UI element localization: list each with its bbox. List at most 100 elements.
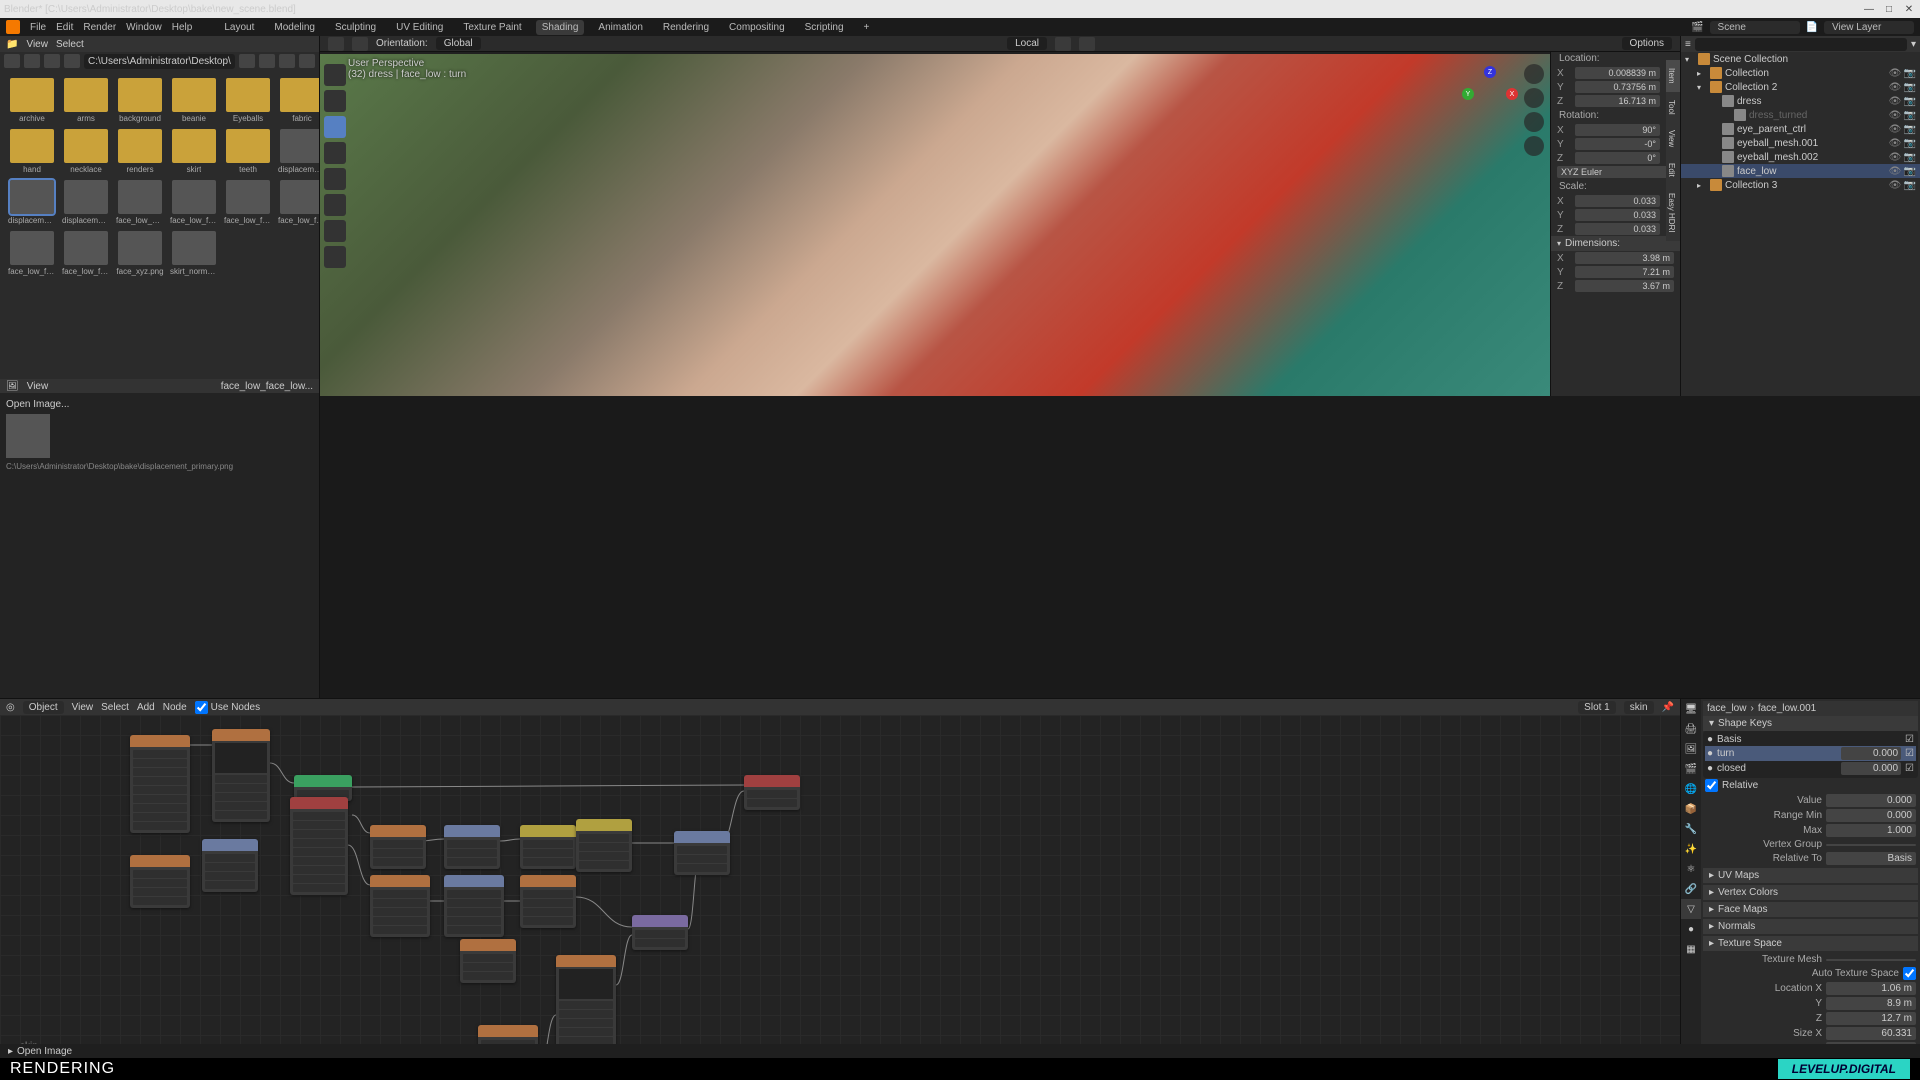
prop-tab-output-icon[interactable]: 🖨 (1681, 719, 1701, 739)
loc-y[interactable]: 0.73756 m (1575, 81, 1660, 93)
image-item[interactable]: face_low_def... (116, 180, 164, 225)
pan-icon[interactable] (1524, 88, 1544, 108)
folder-item[interactable]: skirt (170, 129, 218, 174)
options-dropdown[interactable]: Options (1622, 37, 1672, 50)
render-icon[interactable]: 📷 (1904, 151, 1916, 163)
menu-window[interactable]: Window (126, 22, 162, 33)
folder-item[interactable]: archive (8, 78, 56, 123)
snap-icon[interactable] (1055, 37, 1071, 51)
pin-icon[interactable]: 📌 (1662, 702, 1674, 713)
select-tool-icon[interactable] (328, 37, 344, 51)
tool-transform-icon[interactable] (324, 194, 346, 216)
ie-image-selector[interactable]: face_low_face_low... (221, 381, 313, 392)
render-icon[interactable]: 📷 (1904, 67, 1916, 79)
shader-type[interactable]: Object (23, 701, 64, 714)
outliner-row[interactable]: dress_turned👁📷 (1681, 108, 1920, 122)
loc-x[interactable]: 0.008839 m (1575, 67, 1660, 79)
render-icon[interactable]: 📷 (1904, 123, 1916, 135)
close-button[interactable]: ✕ (1902, 2, 1916, 16)
tool-rotate-icon[interactable] (324, 142, 346, 164)
image-item[interactable]: face_low_fac... (170, 180, 218, 225)
settings-icon[interactable] (299, 54, 315, 68)
sk-value[interactable]: 0.000 (1826, 794, 1916, 807)
image-item[interactable]: face_xyz.png (116, 231, 164, 276)
shader-node[interactable] (444, 875, 504, 937)
use-nodes-check[interactable] (195, 701, 208, 714)
fb-menu-view[interactable]: View (26, 39, 48, 50)
image-item[interactable]: face_low_fac... (8, 231, 56, 276)
outliner-row[interactable]: ▸Collection 3👁📷 (1681, 178, 1920, 192)
folder-item[interactable]: beanie (170, 78, 218, 123)
section-header[interactable]: ▸UV Maps (1703, 868, 1918, 883)
shader-node[interactable] (520, 825, 576, 869)
prop-tab-texture-icon[interactable]: ▦ (1681, 939, 1701, 959)
rot-mode[interactable]: XYZ Euler (1557, 166, 1674, 178)
prop-tab-particle-icon[interactable]: ✨ (1681, 839, 1701, 859)
sk-max[interactable]: 1.000 (1826, 824, 1916, 837)
sk-relto[interactable]: Basis (1826, 852, 1916, 865)
sk-min[interactable]: 0.000 (1826, 809, 1916, 822)
shader-node[interactable] (576, 819, 632, 872)
relative-check[interactable] (1705, 779, 1718, 792)
tool-select-icon[interactable] (324, 64, 346, 86)
outliner-row[interactable]: eyeball_mesh.001👁📷 (1681, 136, 1920, 150)
shape-key-row[interactable]: ●Basis☑ (1705, 733, 1916, 746)
outliner-row[interactable]: eyeball_mesh.002👁📷 (1681, 150, 1920, 164)
tool-annotate-icon[interactable] (324, 220, 346, 242)
shape-key-row[interactable]: ●closed0.000☑ (1705, 761, 1916, 776)
shader-node[interactable] (370, 875, 430, 937)
path-input[interactable] (84, 54, 235, 69)
camera-icon[interactable] (1524, 112, 1544, 132)
folder-item[interactable]: teeth (224, 129, 272, 174)
dim-y[interactable]: 7.21 m (1575, 266, 1674, 278)
eye-icon[interactable]: 👁 (1889, 179, 1901, 191)
prop-tab-viewlayer-icon[interactable]: 🖼 (1681, 739, 1701, 759)
section-header[interactable]: ▸Normals (1703, 919, 1918, 934)
tab-shading[interactable]: Shading (536, 20, 585, 35)
image-item[interactable]: face_low_fac... (278, 180, 319, 225)
rot-y[interactable]: -0° (1575, 138, 1660, 150)
viewlayer-selector[interactable]: View Layer (1824, 21, 1914, 34)
tab-add[interactable]: + (858, 20, 876, 35)
render-icon[interactable]: 📷 (1904, 109, 1916, 121)
outliner-search[interactable] (1695, 38, 1907, 51)
menu-help[interactable]: Help (172, 22, 193, 33)
ne-menu-select[interactable]: Select (101, 702, 129, 713)
prop-tab-world-icon[interactable]: 🌐 (1681, 779, 1701, 799)
image-item[interactable]: skirt_normal... (170, 231, 218, 276)
folder-item[interactable]: hand (8, 129, 56, 174)
tool-scale-icon[interactable] (324, 168, 346, 190)
folder-item[interactable]: necklace (62, 129, 110, 174)
eye-icon[interactable]: 👁 (1889, 137, 1901, 149)
rot-x[interactable]: 90° (1575, 124, 1660, 136)
shader-editor[interactable]: ◎ Object View Select Add Node Use Nodes … (0, 698, 1680, 1058)
zoom-icon[interactable] (1524, 64, 1544, 84)
filter-icon[interactable] (279, 54, 295, 68)
search-icon[interactable] (239, 54, 255, 68)
outliner-row[interactable]: eye_parent_ctrl👁📷 (1681, 122, 1920, 136)
persp-icon[interactable] (1524, 136, 1544, 156)
section-header[interactable]: ▸Vertex Colors (1703, 885, 1918, 900)
folder-item[interactable]: fabric (278, 78, 319, 123)
shader-node[interactable] (290, 797, 348, 895)
folder-item[interactable]: background (116, 78, 164, 123)
nav-back-icon[interactable] (4, 54, 20, 68)
material-selector[interactable]: skin (1624, 701, 1654, 714)
eye-icon[interactable]: 👁 (1889, 165, 1901, 177)
scene-selector[interactable]: Scene (1710, 21, 1800, 34)
eye-icon[interactable]: 👁 (1889, 123, 1901, 135)
tool-measure-icon[interactable] (324, 246, 346, 268)
nav-up-icon[interactable] (44, 54, 60, 68)
np-tab-view[interactable]: View (1666, 122, 1680, 155)
sk-vgroup[interactable] (1826, 844, 1916, 846)
texture-mesh[interactable] (1826, 959, 1916, 961)
folder-item[interactable]: Eyeballs (224, 78, 272, 123)
scale-z[interactable]: 0.033 (1575, 223, 1660, 235)
ne-menu-view[interactable]: View (72, 702, 94, 713)
scale-x[interactable]: 0.033 (1575, 195, 1660, 207)
eye-icon[interactable]: 👁 (1889, 151, 1901, 163)
np-tab-edit[interactable]: Edit (1666, 155, 1680, 185)
folder-item[interactable]: arms (62, 78, 110, 123)
cursor-tool-icon[interactable] (352, 37, 368, 51)
render-icon[interactable]: 📷 (1904, 165, 1916, 177)
